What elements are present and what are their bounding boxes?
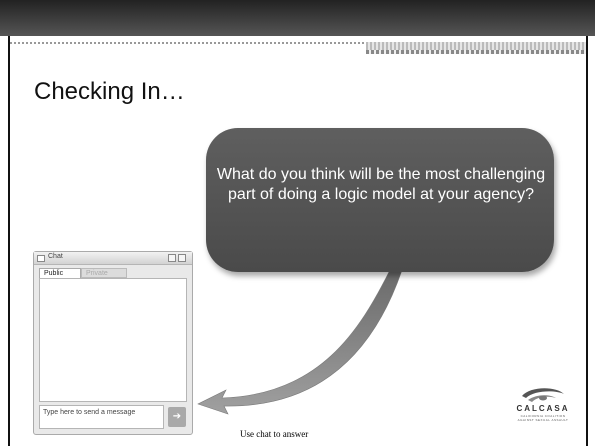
chat-message-input[interactable]: Type here to send a message [39,405,164,429]
tab-private[interactable]: Private [81,268,127,278]
minimize-icon[interactable] [168,254,176,262]
caption-text: Use chat to answer [240,429,309,439]
tab-public[interactable]: Public [39,268,81,278]
send-button[interactable]: ➔ [168,407,186,427]
arrow-right-icon: ➔ [172,411,182,422]
logo-name: CALCASA [516,404,570,413]
chat-titlebar[interactable]: Chat [34,252,192,265]
slide: Checking In… What do you think will be t… [0,0,595,446]
chat-window-icon [37,255,45,262]
question-text: What do you think will be the most chall… [216,166,546,203]
chat-window: Chat Public Private Type here to send a … [33,251,193,435]
maximize-icon[interactable] [178,254,186,262]
logo-subtitle: CALIFORNIA COALITION AGAINST SEXUAL ASSA… [517,414,569,422]
chat-title: Chat [48,253,63,260]
chat-message-panel [39,278,187,402]
